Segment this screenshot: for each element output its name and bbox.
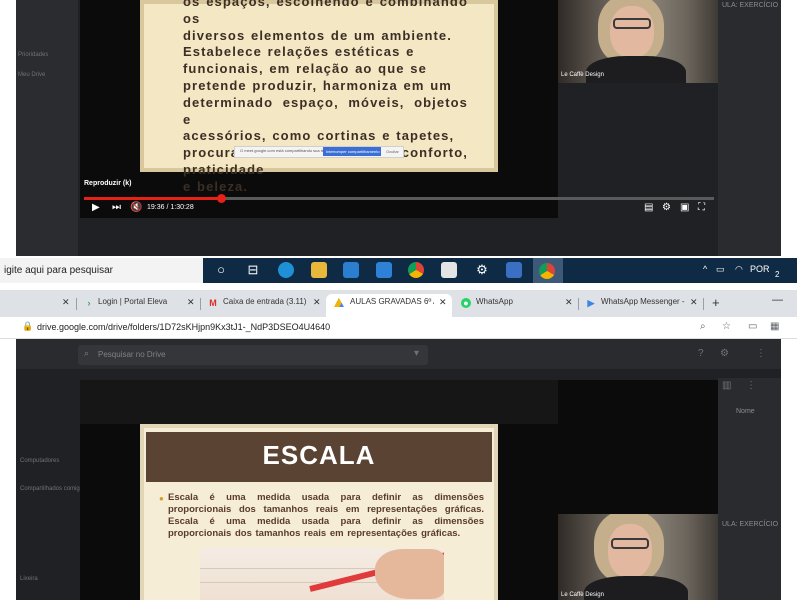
battery-icon[interactable]: ▭ (716, 264, 725, 275)
slide-line: determinado espaço, móveis, objetos e (183, 94, 468, 127)
bookmark-star-icon[interactable]: ☆ (722, 321, 731, 332)
tab-close-icon[interactable]: ✕ (62, 297, 70, 308)
sidebar-item[interactable]: Meu Drive (18, 72, 45, 78)
feedback-icon[interactable] (441, 262, 457, 278)
slide-line: e beleza. (183, 178, 249, 194)
tray-chevron-icon[interactable]: ^ (703, 264, 707, 274)
next-icon[interactable]: ⏭ (112, 202, 121, 213)
slide-line: os espaços, escolhendo e combinando os (183, 0, 468, 26)
progress-scrubber[interactable] (217, 194, 226, 203)
slide-photo (200, 548, 444, 600)
gmail-icon: M (209, 298, 217, 308)
video-time: 19:36 / 1:30:28 (147, 204, 194, 211)
tab-portal-eleva[interactable]: Login | Portal Eleva (98, 297, 167, 306)
progress-fill (84, 197, 221, 200)
tab-close-icon[interactable]: ✕ (690, 297, 698, 308)
portal-eleva-favicon: › (87, 298, 91, 308)
lock-icon[interactable]: 🔒 (22, 321, 33, 332)
hide-banner-button[interactable]: Ocultar (386, 149, 399, 154)
search-options-icon[interactable]: ▾ (414, 348, 419, 359)
tab-drive[interactable]: AULAS GRAVADAS 6º A (350, 297, 434, 306)
file-explorer-icon[interactable] (311, 262, 327, 278)
task-view-icon[interactable]: ⊟ (244, 261, 262, 279)
wifi-icon[interactable]: ◠ (735, 264, 743, 275)
stop-sharing-label: Interromper compartilhamento (326, 149, 380, 154)
miniplayer-icon[interactable]: ▣ (680, 202, 689, 213)
play-store-icon: ▶ (587, 298, 595, 308)
view-icon[interactable]: ▥ (722, 380, 731, 391)
whatsapp-icon: ● (461, 298, 471, 308)
apps-grid-icon[interactable]: ⋮ (756, 348, 766, 359)
tab-whatsapp-messenger[interactable]: WhatsApp Messenger - (601, 297, 687, 306)
word-icon[interactable] (506, 262, 522, 278)
url-field[interactable]: drive.google.com/drive/folders/1D72sKHjp… (37, 322, 330, 332)
more-icon[interactable]: ⋮ (746, 380, 756, 391)
store-icon[interactable] (343, 262, 359, 278)
zoom-icon[interactable]: ⌕ (700, 321, 706, 332)
mute-icon[interactable]: 🔇 (130, 202, 142, 213)
play-tooltip: Reproduzir (k) (84, 180, 132, 187)
column-header-name[interactable]: Nome (736, 408, 755, 415)
slide-title: ESCALA (262, 440, 376, 470)
cortana-icon[interactable]: ○ (212, 261, 230, 279)
tray-clock[interactable]: 2 (775, 270, 779, 279)
drive-right-panel (718, 0, 781, 256)
play-icon[interactable]: ▶ (92, 202, 100, 213)
tab-close-icon[interactable]: ✕ (187, 297, 195, 308)
tab-close-icon[interactable]: ✕ (439, 297, 447, 308)
drive-right-text: ULA: EXERCÍCIO (722, 521, 779, 528)
help-icon[interactable]: ? (698, 348, 704, 359)
sidebar-item[interactable]: Lixeira (20, 576, 38, 582)
chrome-active-icon[interactable] (539, 263, 555, 279)
slide-line: diversos elementos de um ambiente. (183, 27, 452, 43)
sidebar-item[interactable]: Computadores (20, 458, 59, 464)
drive-sidebar (16, 0, 78, 256)
slide-body: Escala é uma medida usada para definir a… (168, 492, 484, 539)
settings-icon[interactable]: ⚙ (662, 202, 671, 213)
slide-text: os espaços, escolhendo e combinando os d… (183, 0, 468, 196)
sidebar-item[interactable]: Compartilhados comigo (20, 486, 83, 492)
taskbar-search-text: igite aqui para pesquisar (4, 265, 113, 276)
settings-gear-icon[interactable]: ⚙ (473, 261, 491, 279)
screen-share-text: O meet.google.com está compartilhando su… (240, 148, 328, 153)
webcam-label: Le Caffè Design (561, 592, 604, 598)
edge-icon[interactable] (278, 262, 294, 278)
slide-line: funcionais, em relação ao que se (183, 61, 427, 77)
drive-right-text: ULA: EXERCÍCIO (722, 2, 779, 9)
settings-icon[interactable]: ⚙ (720, 348, 729, 359)
webcam-label: Le Caffè Design (561, 72, 604, 78)
webcam-view: Le Caffè Design (558, 0, 718, 83)
tab-gmail[interactable]: Caixa de entrada (3.11) (223, 297, 309, 306)
subtitles-icon[interactable]: ▤ (644, 202, 653, 213)
minimize-button[interactable]: — (772, 294, 783, 306)
fullscreen-icon[interactable]: ⛶ (698, 202, 705, 213)
sidebar-item[interactable]: Prioridades (18, 52, 48, 58)
slide-line: acessórios, como cortinas e tapetes, (183, 128, 455, 144)
new-tab-button[interactable]: + (712, 295, 720, 310)
tab-whatsapp[interactable]: WhatsApp (476, 297, 513, 306)
slide-line: Estabelece relações estéticas e (183, 44, 415, 60)
search-icon: ⌕ (84, 348, 90, 358)
drive-search-placeholder: Pesquisar no Drive (98, 350, 166, 359)
tray-language[interactable]: POR (750, 264, 770, 274)
top-screenshot: Prioridades Meu Drive ULA: EXERCÍCIO os … (0, 0, 797, 290)
apps-grid-icon[interactable]: ▦ (770, 321, 779, 332)
tab-close-icon[interactable]: ✕ (313, 297, 321, 308)
bullet-icon: ● (159, 494, 164, 503)
chrome-icon[interactable] (408, 262, 424, 278)
webcam-view: Le Caffè Design (558, 514, 718, 600)
mail-icon[interactable] (376, 262, 392, 278)
cast-icon[interactable]: ▭ (748, 321, 757, 332)
tab-close-icon[interactable]: ✕ (565, 297, 573, 308)
slide-line: pretende produzir, harmoniza em um (183, 77, 452, 93)
